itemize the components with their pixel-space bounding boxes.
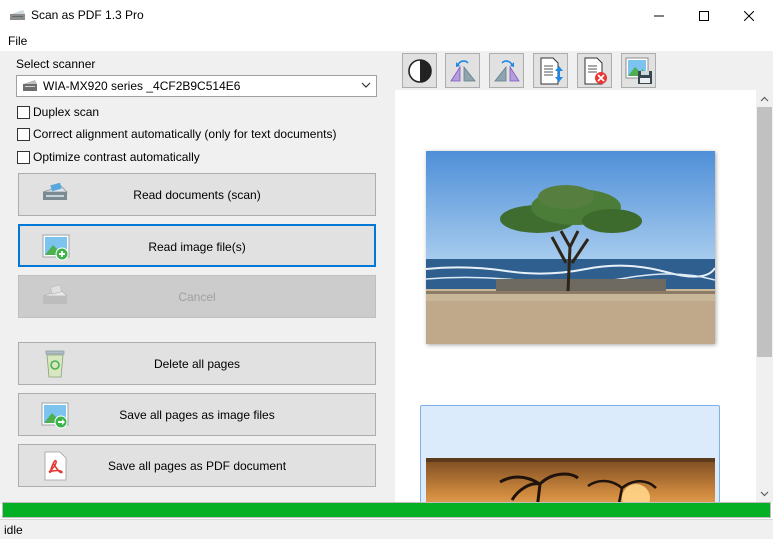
- title-bar: Scan as PDF 1.3 Pro: [0, 0, 773, 31]
- scanner-label: Select scanner: [16, 57, 96, 71]
- maximize-button[interactable]: [681, 0, 727, 31]
- minimize-button[interactable]: [636, 0, 682, 31]
- status-bar: idle: [0, 519, 773, 539]
- chevron-down-icon: [361, 82, 371, 88]
- cancel-button[interactable]: Cancel: [18, 275, 376, 318]
- window-title: Scan as PDF 1.3 Pro: [31, 8, 144, 22]
- contrast-label: Optimize contrast automatically: [33, 150, 200, 164]
- chevron-up-icon: [760, 96, 769, 101]
- minimize-icon: [654, 15, 664, 16]
- contrast-icon: [407, 58, 432, 83]
- page-preview[interactable]: [395, 90, 756, 502]
- alignment-checkbox[interactable]: [17, 127, 30, 141]
- scanner-select[interactable]: WIA-MX920 series _4CF2B9C514E6: [16, 75, 377, 97]
- scanner-value: WIA-MX920 series _4CF2B9C514E6: [43, 79, 241, 93]
- rotate-left-icon: [449, 59, 476, 81]
- scanner-icon: [23, 80, 37, 91]
- menu-file[interactable]: File: [8, 34, 27, 48]
- scroll-down-button[interactable]: [756, 485, 773, 502]
- save-images-button-label: Save all pages as image files: [119, 408, 275, 422]
- rotate-right-icon: [493, 59, 520, 81]
- contrast-button[interactable]: [402, 53, 437, 88]
- alignment-option[interactable]: Correct alignment automatically (only fo…: [17, 126, 336, 142]
- page-thumbnail-1[interactable]: [426, 151, 715, 344]
- left-panel: Select scanner WIA-MX920 series _4CF2B9C…: [0, 51, 395, 502]
- app-scanner-icon: [10, 10, 25, 20]
- page-toolbar: [395, 51, 773, 90]
- delete-all-button-label: Delete all pages: [153, 357, 241, 371]
- delete-page-icon: [584, 57, 607, 84]
- progress-bar: [2, 502, 771, 518]
- scrollbar-thumb[interactable]: [757, 107, 772, 357]
- cancel-button-label: Cancel: [178, 290, 216, 304]
- scan-button-label: Read documents (scan): [133, 188, 261, 202]
- contrast-checkbox[interactable]: [17, 150, 30, 164]
- page-thumbnail-2[interactable]: [426, 458, 715, 502]
- rotate-left-button[interactable]: [445, 53, 480, 88]
- contrast-option[interactable]: Optimize contrast automatically: [17, 149, 200, 165]
- rotate-right-button[interactable]: [489, 53, 524, 88]
- close-button[interactable]: [726, 0, 772, 31]
- scan-button[interactable]: Read documents (scan): [18, 173, 376, 216]
- delete-page-button[interactable]: [577, 53, 612, 88]
- delete-all-button[interactable]: Delete all pages: [18, 342, 376, 385]
- palm-sunset-photo: [426, 458, 715, 502]
- move-page-button[interactable]: [533, 53, 568, 88]
- save-images-button[interactable]: Save all pages as image files: [18, 393, 376, 436]
- save-pdf-button[interactable]: Save all pages as PDF document: [18, 444, 376, 487]
- close-icon: [744, 10, 754, 21]
- tree-on-beach-photo: [426, 151, 715, 344]
- read-image-button-label: Read image file(s): [148, 240, 246, 254]
- save-page-button[interactable]: [621, 53, 656, 88]
- maximize-icon: [699, 10, 709, 21]
- scroll-up-button[interactable]: [756, 90, 773, 107]
- duplex-label: Duplex scan: [33, 105, 100, 119]
- menu-bar: File: [0, 31, 773, 51]
- progress-fill: [3, 503, 770, 517]
- read-image-button[interactable]: Read image file(s): [18, 224, 376, 267]
- save-pdf-button-label: Save all pages as PDF document: [107, 459, 287, 473]
- status-text: idle: [4, 523, 23, 537]
- duplex-checkbox[interactable]: [17, 105, 30, 119]
- save-page-icon: [625, 57, 652, 84]
- duplex-option[interactable]: Duplex scan: [17, 104, 99, 120]
- chevron-down-icon: [760, 491, 769, 496]
- preview-scrollbar[interactable]: [756, 90, 773, 502]
- alignment-label: Correct alignment automatically (only fo…: [33, 127, 337, 141]
- move-page-icon: [540, 57, 563, 84]
